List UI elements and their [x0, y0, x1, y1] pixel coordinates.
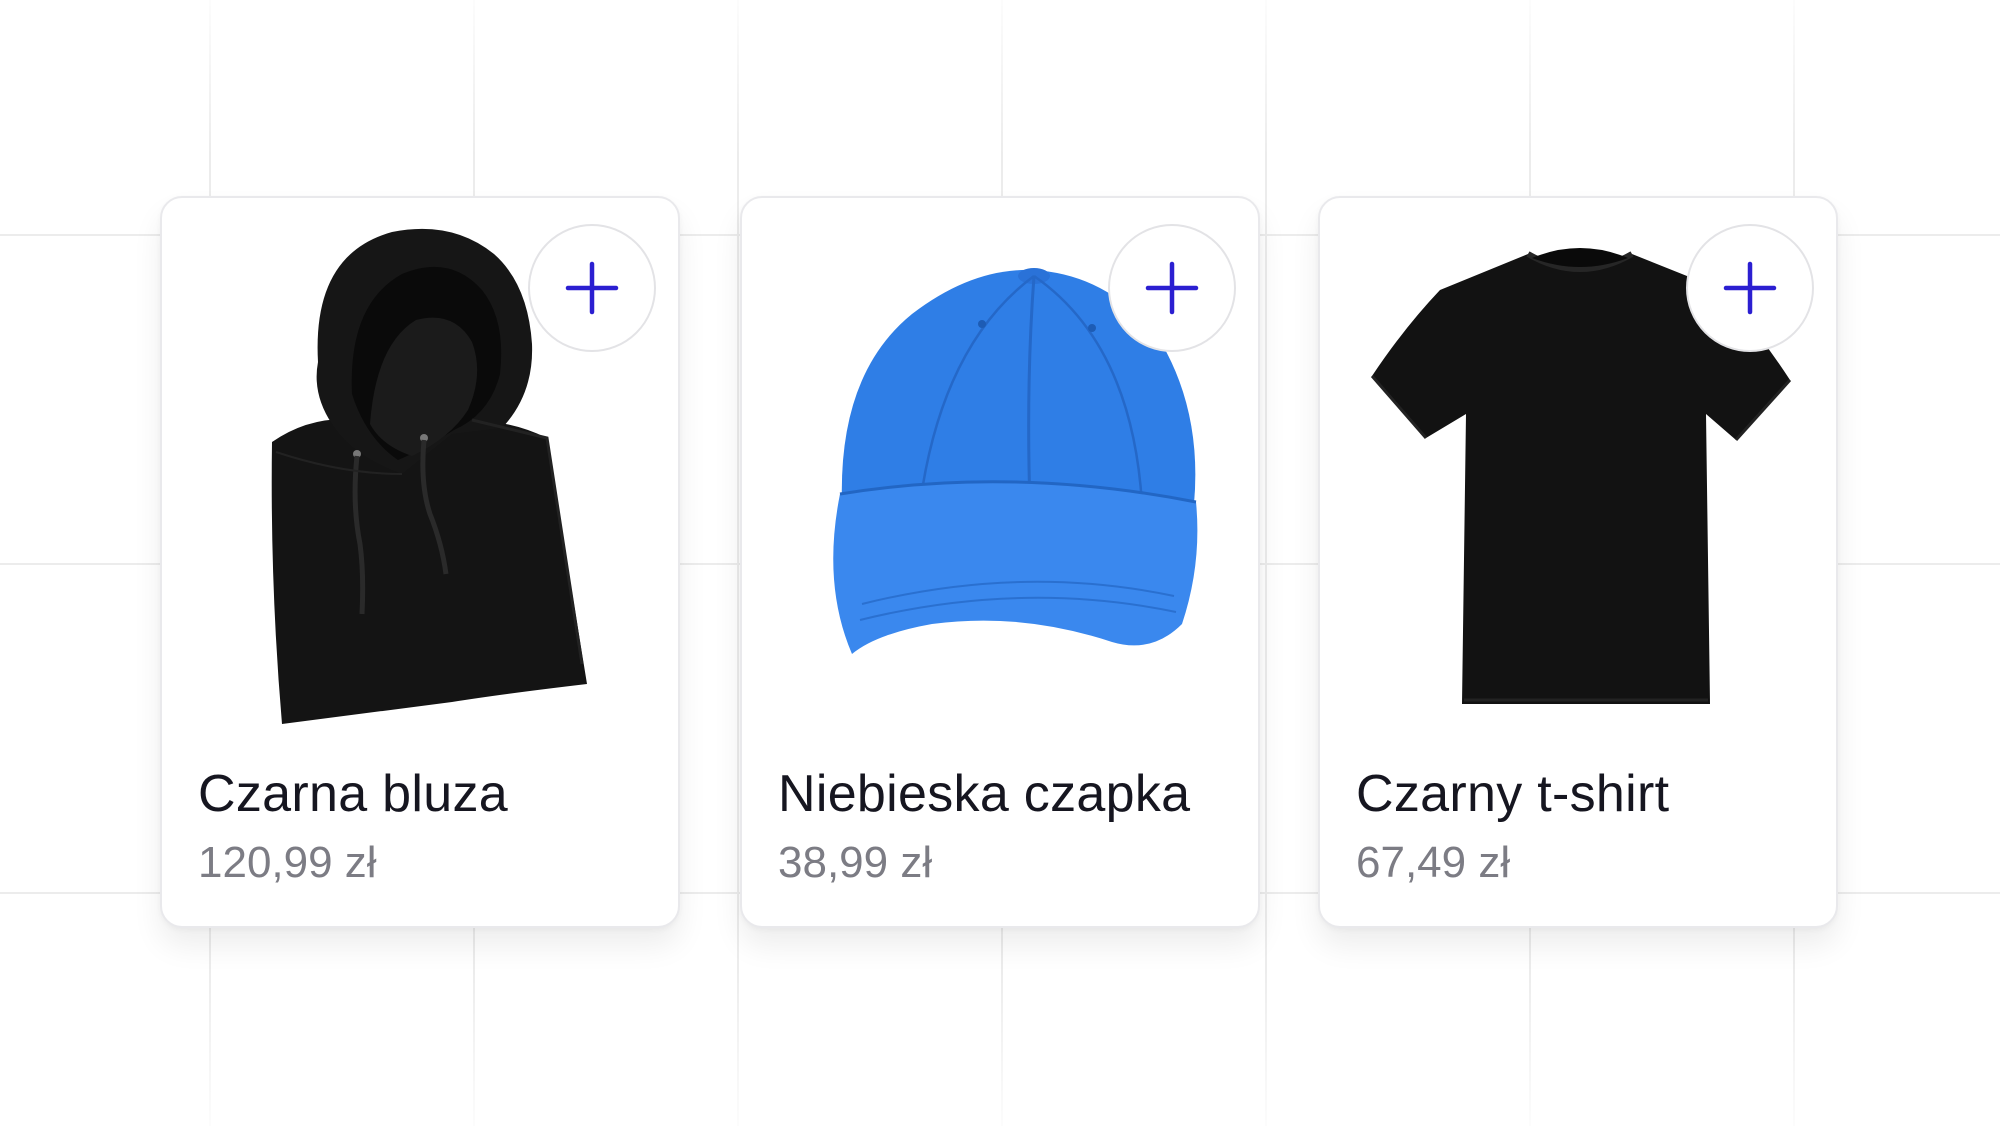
product-price: 38,99 zł [778, 838, 933, 887]
product-name: Czarna bluza [198, 765, 508, 823]
product-card[interactable]: Czarna bluza 120,99 zł [160, 196, 680, 928]
product-price: 67,49 zł [1356, 838, 1511, 887]
product-card[interactable]: Czarny t-shirt 67,49 zł [1318, 196, 1838, 928]
product-name: Niebieska czapka [778, 765, 1191, 823]
add-to-cart-button[interactable] [1686, 224, 1814, 352]
plus-icon [1145, 261, 1199, 315]
plus-icon [565, 261, 619, 315]
product-name: Czarny t-shirt [1356, 765, 1670, 823]
product-card[interactable]: Niebieska czapka 38,99 zł [740, 196, 1260, 928]
product-list: Czarna bluza 120,99 zł Niebieska czapka … [160, 196, 1840, 930]
add-to-cart-button[interactable] [1108, 224, 1236, 352]
add-to-cart-button[interactable] [528, 224, 656, 352]
product-price: 120,99 zł [198, 838, 377, 887]
plus-icon [1723, 261, 1777, 315]
